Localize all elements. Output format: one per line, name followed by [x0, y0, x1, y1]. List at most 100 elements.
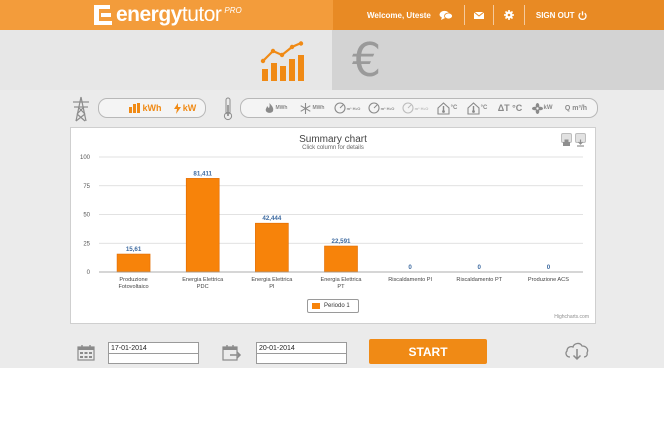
water-volume-1-label: m³ H₂O — [346, 105, 361, 111]
power-icon — [577, 10, 587, 20]
meter-icon — [334, 102, 346, 114]
heating-mwh-label: MWh — [275, 105, 288, 111]
bar-chart-trend-icon — [260, 41, 304, 81]
to-date-field[interactable]: 20-01-2014 — [256, 342, 347, 364]
divider — [463, 5, 465, 25]
logo-mark-icon — [92, 4, 114, 26]
x-tick-label: PT — [337, 284, 345, 290]
data-label: 0 — [478, 264, 482, 271]
thermometer-icon — [223, 97, 233, 121]
electric-unit-group: kWh kW — [98, 98, 206, 118]
divider — [523, 5, 525, 25]
water-volume-3-label: m³ H₂O — [414, 105, 429, 111]
water-volume-2-label: m³ H₂O — [380, 105, 395, 111]
settings-icon[interactable] — [503, 0, 514, 30]
y-tick-label: 50 — [83, 213, 90, 219]
y-tick-label: 75 — [83, 184, 90, 190]
chart-bar[interactable] — [255, 222, 289, 273]
kwh-label: kWh — [142, 103, 162, 113]
app-logo[interactable]: energytutor PRO — [92, 3, 242, 27]
brand-pro: PRO — [224, 5, 242, 15]
chart-bar[interactable] — [185, 178, 220, 273]
x-tick-label: Riscaldamento PT — [456, 277, 502, 283]
unit-toolbar: kWh kW MWh MWh m³ H₂O m³ H₂O m³ H₂O °C °… — [0, 92, 664, 126]
top-bar: energytutor PRO Welcome, Uteste SIGN OUT — [0, 0, 664, 30]
meter-icon — [402, 102, 414, 114]
house-temp-icon — [467, 101, 480, 115]
flow-label: Q m³/h — [564, 104, 588, 112]
chat-icon[interactable] — [439, 0, 453, 30]
x-tick-label: Produzione ACS — [528, 277, 569, 283]
sign-out-label: SIGN OUT — [535, 10, 575, 20]
data-label: 42,444 — [262, 215, 281, 222]
temp-out-button[interactable]: °C — [433, 100, 461, 116]
data-label: 81,411 — [193, 170, 212, 177]
energy-mode-tab[interactable] — [0, 30, 332, 90]
y-tick-label: 25 — [83, 241, 90, 247]
flame-icon — [265, 102, 273, 113]
water-volume-1-button[interactable]: m³ H₂O — [331, 100, 363, 116]
welcome-text: Welcome, Uteste — [367, 10, 431, 20]
temp-in-label: °C — [480, 105, 488, 111]
currency-mode-tab[interactable]: € — [332, 30, 664, 90]
app-window: energytutor PRO Welcome, Uteste SIGN OUT — [0, 0, 664, 368]
power-pylon-icon — [73, 96, 89, 122]
kw-label: kW — [182, 103, 197, 113]
x-tick-label: Fotovoltaico — [118, 284, 148, 290]
lightning-icon — [173, 102, 181, 114]
chart-bar[interactable] — [324, 245, 358, 273]
cooling-mwh-label: MWh — [312, 105, 325, 111]
x-tick-label: PDC — [197, 284, 209, 290]
y-tick-label: 0 — [87, 270, 91, 276]
delta-t-button[interactable]: ΔT °C — [495, 100, 525, 116]
date-bar: 17-01-2014 20-01-2014 — [0, 330, 664, 368]
brand-light: tutor — [181, 3, 222, 26]
mail-icon[interactable] — [473, 0, 484, 30]
x-tick-label: PI — [269, 284, 275, 290]
legend-label: Periodo 1 — [324, 303, 350, 309]
bar-chart-icon — [128, 103, 140, 113]
data-label: 0 — [547, 264, 551, 271]
meter-icon — [368, 102, 380, 114]
power-kw-label: kW — [543, 105, 553, 111]
x-tick-label: Energia Elettrica — [182, 277, 224, 283]
x-tick-label: Produzione — [119, 277, 147, 283]
snowflake-icon — [299, 102, 311, 114]
water-volume-3-button[interactable]: m³ H₂O — [399, 100, 431, 116]
legend-swatch — [312, 303, 320, 309]
brand-bold: energy — [116, 3, 182, 26]
temp-in-button[interactable]: °C — [463, 100, 491, 116]
thermal-unit-group: MWh MWh m³ H₂O m³ H₂O m³ H₂O °C °C ΔT °C… — [240, 98, 598, 118]
calendar-icon[interactable] — [77, 344, 95, 361]
chart-bar[interactable] — [116, 253, 151, 273]
temp-out-label: °C — [450, 105, 458, 111]
y-tick-label: 100 — [80, 155, 91, 161]
heating-mwh-button[interactable]: MWh — [259, 100, 293, 116]
kw-button[interactable]: kW — [169, 100, 201, 116]
fan-icon — [531, 102, 543, 114]
x-tick-label: Energia Elettrica — [320, 277, 362, 283]
x-tick-label: Riscaldamento PI — [388, 277, 432, 283]
water-volume-2-button[interactable]: m³ H₂O — [365, 100, 397, 116]
user-bar: Welcome, Uteste SIGN OUT — [333, 0, 664, 30]
power-kw-button[interactable]: kW — [527, 100, 557, 116]
divider — [492, 5, 494, 25]
data-label: 0 — [408, 264, 412, 271]
from-date-field[interactable]: 17-01-2014 — [108, 342, 199, 364]
x-tick-label: Energia Elettrica — [251, 277, 293, 283]
calendar-next-icon[interactable] — [222, 344, 242, 361]
chart-plot: 0 25 50 75 100 15,61 ProduzioneFotovoltaico 81,… — [80, 155, 583, 290]
sign-out-button[interactable]: SIGN OUT — [536, 11, 587, 20]
chart-legend[interactable]: Periodo 1 — [307, 299, 359, 313]
start-button[interactable]: START — [369, 339, 487, 364]
summary-chart: Summary chart Click column for details 0… — [70, 127, 596, 324]
data-label: 15,61 — [126, 246, 142, 253]
mode-bar: € — [0, 30, 664, 90]
flow-button[interactable]: Q m³/h — [559, 100, 593, 116]
euro-icon: € — [352, 33, 382, 87]
cloud-download-icon[interactable] — [564, 341, 590, 361]
house-temp-icon — [437, 101, 450, 115]
cooling-mwh-button[interactable]: MWh — [295, 100, 329, 116]
kwh-button[interactable]: kWh — [123, 100, 167, 116]
chart-credit: Highcharts.com — [554, 314, 589, 320]
